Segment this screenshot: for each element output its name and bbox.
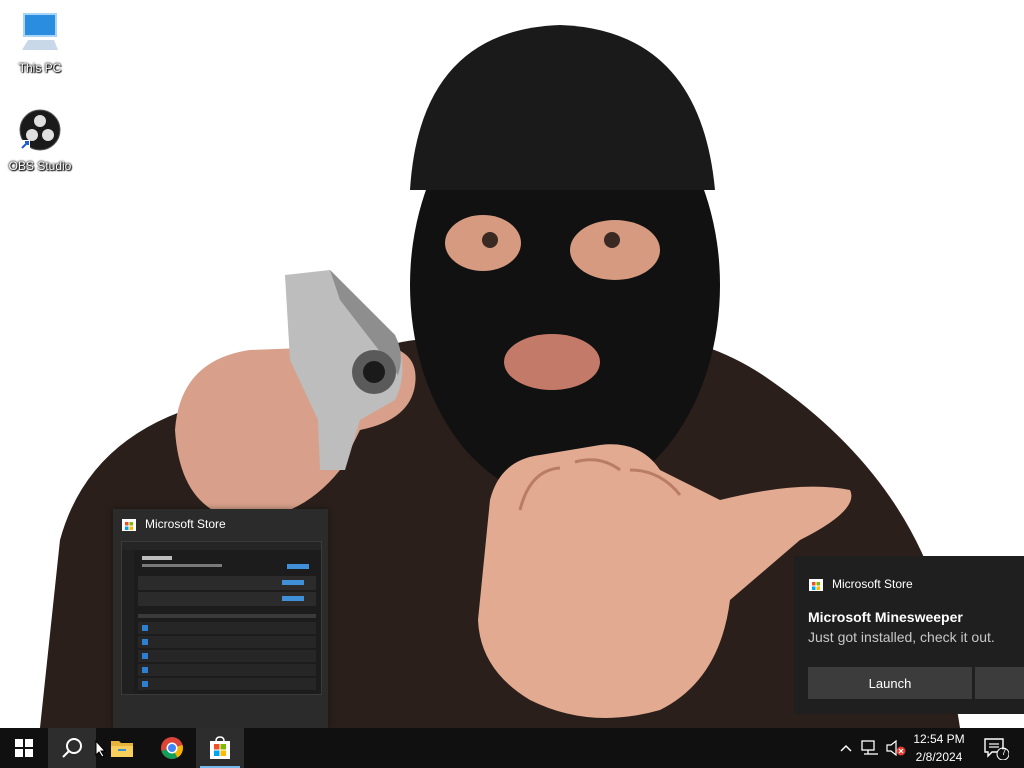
computer-icon — [22, 13, 58, 50]
obs-icon — [19, 109, 61, 151]
desktop-icon-label: OBS Studio — [8, 159, 72, 173]
desktop-icon-obs-studio[interactable]: OBS Studio — [2, 108, 78, 173]
chrome-button[interactable] — [148, 728, 196, 768]
start-button[interactable] — [0, 728, 48, 768]
tray-clock[interactable]: 12:54 PM 2/8/2024 — [908, 730, 970, 766]
launch-button[interactable]: Launch — [808, 667, 972, 699]
taskbar-thumbnail-preview[interactable]: Microsoft Store — [113, 509, 328, 728]
store-icon — [122, 519, 136, 531]
taskbar: 12:54 PM 2/8/2024 7 — [0, 728, 1024, 768]
toast-title: Microsoft Minesweeper — [808, 609, 963, 625]
desktop-icon-this-pc[interactable]: This PC — [2, 10, 78, 75]
dismiss-button[interactable] — [975, 667, 1024, 699]
show-hidden-icons-button[interactable] — [836, 728, 856, 768]
desktop-icon-label: This PC — [18, 61, 62, 75]
start-icon — [15, 739, 33, 757]
store-window-thumbnail — [121, 541, 322, 695]
preview-title: Microsoft Store — [145, 517, 226, 531]
toast-notification[interactable]: Microsoft Store Microsoft Minesweeper Ju… — [794, 556, 1024, 714]
file-explorer-icon — [111, 741, 133, 757]
toast-body: Just got installed, check it out. — [808, 629, 995, 645]
search-icon — [62, 738, 82, 758]
action-center-button[interactable]: 7 — [976, 728, 1016, 768]
store-icon — [210, 736, 230, 759]
store-icon — [809, 579, 823, 591]
tray-date: 2/8/2024 — [915, 750, 963, 764]
network-tray-button[interactable] — [858, 728, 882, 768]
volume-tray-button[interactable] — [884, 728, 908, 768]
toast-app-name: Microsoft Store — [832, 577, 913, 591]
toast-app-header: Microsoft Store — [808, 576, 913, 592]
network-icon — [861, 740, 878, 755]
volume-muted-icon — [886, 740, 906, 756]
tray-time: 12:54 PM — [913, 732, 965, 746]
search-button[interactable] — [48, 728, 96, 768]
microsoft-store-button[interactable] — [196, 728, 244, 768]
notification-count-badge: 7 — [1001, 747, 1007, 757]
preview-header: Microsoft Store — [113, 509, 328, 539]
chrome-icon — [161, 737, 183, 759]
chevron-up-icon — [840, 744, 852, 752]
file-explorer-button[interactable] — [98, 728, 146, 768]
